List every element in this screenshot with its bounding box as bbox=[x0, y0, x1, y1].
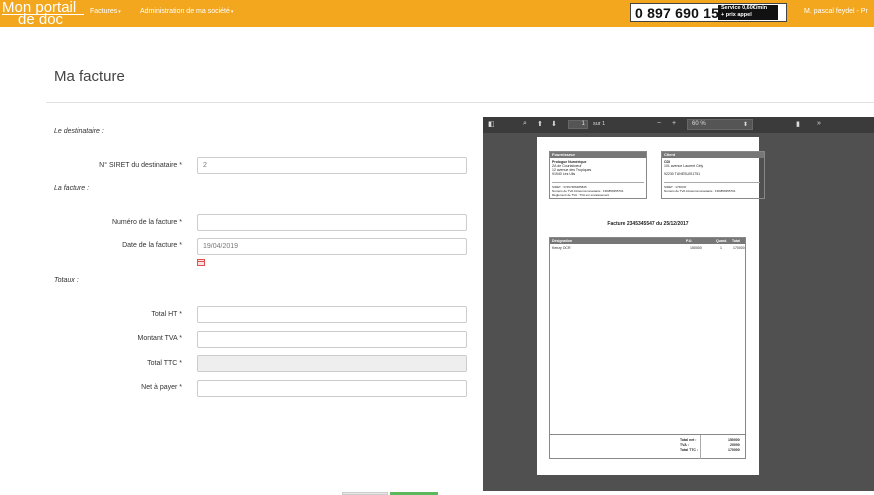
client-vat: Numéro de TVA intracommunautaire : FR485… bbox=[664, 189, 736, 193]
invoice-number-input[interactable] bbox=[197, 214, 467, 231]
siret-input[interactable] bbox=[197, 157, 467, 174]
row-quantity: 1 bbox=[720, 246, 722, 250]
logo-line2: de doc bbox=[18, 11, 64, 28]
pdf-toolbar: ◧ ⌕ ⬆ ⬇ 1 sur 1 − + 60 % ⬍ ▮ » bbox=[483, 117, 874, 133]
invoice-title: Facture 2345345547 du 25/12/2017 bbox=[607, 221, 689, 227]
page-count: sur 1 bbox=[593, 121, 606, 127]
invoice-date-input[interactable] bbox=[197, 238, 467, 255]
user-menu[interactable]: M. pascal feydel - Pr bbox=[804, 8, 868, 15]
client-separator bbox=[664, 182, 760, 183]
supplier-separator bbox=[552, 182, 644, 183]
zoom-select[interactable]: 60 % ⬍ bbox=[687, 119, 753, 130]
section-invoice: La facture : bbox=[54, 185, 90, 192]
total-net-label: Total net : bbox=[680, 438, 697, 442]
page-number-input[interactable]: 1 bbox=[568, 120, 588, 129]
total-ht-label: Total HT * bbox=[151, 311, 182, 318]
tools-menu-icon[interactable]: » bbox=[817, 120, 821, 127]
row-total: 170000 bbox=[733, 246, 745, 250]
total-ttc-input bbox=[197, 355, 467, 372]
invoice-lines-table: Désignation P.U. Quant. Total Kenzy OCR … bbox=[549, 237, 746, 435]
invoice-number-label: Numéro de la facture * bbox=[111, 219, 182, 226]
supplier-legal: Règlement de TVA : TVA sur encaissement bbox=[552, 193, 610, 197]
next-page-icon[interactable]: ⬇ bbox=[551, 120, 557, 128]
total-ht-input[interactable] bbox=[197, 306, 467, 323]
caret-down-icon: ▾ bbox=[230, 9, 234, 15]
service-line2: + prix appel bbox=[721, 12, 752, 18]
supplier-header: Fournisseur bbox=[550, 152, 646, 158]
phone-box: 0 897 690 157 Service 0,60€/min + prix a… bbox=[630, 3, 787, 22]
page-title: Ma facture bbox=[54, 68, 125, 85]
total-net-value: 150000 bbox=[728, 438, 740, 442]
totals-separator bbox=[700, 435, 701, 459]
pdf-page: Fournisseur Prologue Numérique ZA de Cou… bbox=[537, 137, 765, 475]
title-divider bbox=[46, 102, 874, 103]
client-address3: 92230 TUNESUIS1751 bbox=[664, 172, 701, 176]
siret-label: N° SIRET du destinataire * bbox=[99, 162, 182, 169]
client-address1: 101 avenue Laurent Cély bbox=[664, 164, 704, 168]
top-navbar: Mon portail de doc Factures▾ Administrat… bbox=[0, 0, 874, 27]
row-designation: Kenzy OCR bbox=[552, 246, 571, 250]
col-unit-price: P.U. bbox=[686, 239, 693, 243]
caret-down-icon: ▾ bbox=[118, 9, 121, 15]
total-ttc-doc-value: 170000 bbox=[728, 448, 740, 452]
service-price-badge: Service 0,60€/min + prix appel bbox=[718, 5, 778, 20]
total-vat-value: 20000 bbox=[730, 443, 740, 447]
row-unit-price: 150000 bbox=[690, 246, 702, 250]
section-recipient: Le destinataire : bbox=[54, 128, 104, 135]
chevron-down-icon: ⬍ bbox=[742, 122, 748, 128]
calendar-icon[interactable] bbox=[197, 259, 205, 266]
col-quantity: Quant. bbox=[716, 239, 728, 243]
col-designation: Désignation bbox=[552, 239, 573, 243]
vat-amount-input[interactable] bbox=[197, 331, 467, 348]
zoom-out-icon[interactable]: − bbox=[657, 120, 661, 127]
service-line1: Service 0,60€/min bbox=[721, 5, 768, 11]
menu-factures-label: Factures bbox=[90, 8, 118, 15]
total-ttc-doc-label: Total TTC : bbox=[680, 448, 699, 452]
previous-page-icon[interactable]: ⬆ bbox=[537, 120, 543, 128]
client-box: Client CDI 101 avenue Laurent Cély 92230… bbox=[661, 151, 765, 199]
client-header: Client bbox=[662, 152, 764, 158]
zoom-in-icon[interactable]: + bbox=[672, 120, 676, 127]
col-total: Total bbox=[732, 239, 741, 243]
sidebar-toggle-icon[interactable]: ◧ bbox=[488, 120, 495, 128]
phone-number: 0 897 690 157 bbox=[635, 5, 728, 21]
total-vat-label: TVA : bbox=[680, 443, 689, 447]
vat-amount-label: Montant TVA * bbox=[137, 335, 183, 342]
zoom-value: 60 % bbox=[692, 121, 706, 127]
section-totals: Totaux : bbox=[54, 277, 79, 284]
pdf-viewer: ◧ ⌕ ⬆ ⬇ 1 sur 1 − + 60 % ⬍ ▮ » Fournisse… bbox=[483, 117, 874, 491]
menu-administration[interactable]: Administration de ma société▾ bbox=[140, 8, 233, 15]
logo[interactable]: Mon portail de doc bbox=[2, 0, 84, 28]
search-icon[interactable]: ⌕ bbox=[523, 120, 527, 128]
net-to-pay-input[interactable] bbox=[197, 380, 467, 397]
table-header: Désignation P.U. Quant. Total bbox=[550, 238, 745, 244]
menu-factures[interactable]: Factures▾ bbox=[90, 8, 121, 15]
invoice-date-label: Date de la facture * bbox=[122, 242, 182, 249]
total-ttc-label: Total TTC * bbox=[147, 360, 182, 367]
supplier-box: Fournisseur Prologue Numérique ZA de Cou… bbox=[549, 151, 647, 199]
supplier-address3: 91940 Les Ulis bbox=[552, 172, 576, 176]
bookmark-icon[interactable]: ▮ bbox=[796, 120, 800, 128]
menu-administration-label: Administration de ma société bbox=[140, 8, 230, 15]
net-to-pay-label: Net à payer * bbox=[141, 384, 182, 391]
invoice-totals: Total net : 150000 TVA : 20000 Total TTC… bbox=[549, 435, 746, 459]
